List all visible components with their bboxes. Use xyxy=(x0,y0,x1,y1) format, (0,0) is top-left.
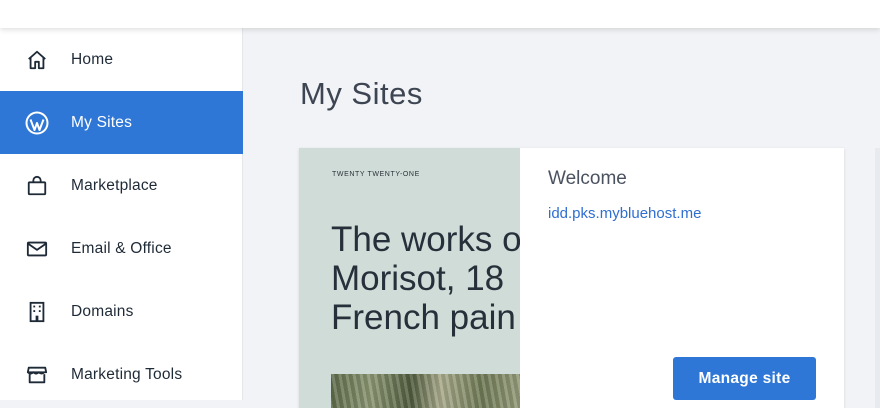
sidebar-item-label: Marketplace xyxy=(71,176,158,194)
shopping-bag-icon xyxy=(25,174,49,198)
preview-headline-line: The works of xyxy=(331,220,520,259)
building-icon xyxy=(25,300,49,324)
sidebar-item-label: My Sites xyxy=(71,113,133,131)
store-icon xyxy=(25,363,49,387)
page-title: My Sites xyxy=(300,76,423,111)
site-url-link[interactable]: idd.pks.mybluehost.me xyxy=(548,205,701,222)
welcome-text: Welcome xyxy=(548,168,627,189)
sidebar-item-label: Marketing Tools xyxy=(71,365,183,383)
top-bar xyxy=(0,0,880,28)
theme-name: TWENTY TWENTY-ONE xyxy=(332,171,420,178)
preview-headline-line: French pain xyxy=(331,298,516,337)
preview-painting-image xyxy=(331,374,520,408)
sidebar-item-email-office[interactable]: Email & Office xyxy=(0,217,243,280)
sidebar-item-label: Email & Office xyxy=(71,239,172,257)
envelope-icon xyxy=(25,237,49,261)
sidebar-item-label: Domains xyxy=(71,302,134,320)
site-preview[interactable]: TWENTY TWENTY-ONE The works of Morisot, … xyxy=(299,148,520,408)
manage-site-button[interactable]: Manage site xyxy=(673,357,816,400)
sidebar-item-my-sites[interactable]: My Sites xyxy=(0,91,243,154)
preview-headline-line: Morisot, 18 xyxy=(331,259,505,298)
home-icon xyxy=(25,48,49,72)
sidebar-item-label: Home xyxy=(71,50,114,68)
site-card: TWENTY TWENTY-ONE The works of Morisot, … xyxy=(299,148,844,408)
sidebar: Home My Sites Marketplace Email & Office xyxy=(0,28,243,400)
sidebar-item-marketing-tools[interactable]: Marketing Tools xyxy=(0,343,243,406)
sidebar-item-home[interactable]: Home xyxy=(0,28,243,91)
sidebar-item-domains[interactable]: Domains xyxy=(0,280,243,343)
wordpress-icon xyxy=(25,111,49,135)
next-card-edge xyxy=(875,148,880,408)
sidebar-item-marketplace[interactable]: Marketplace xyxy=(0,154,243,217)
preview-headline: The works of Morisot, 18 French pain xyxy=(331,220,520,337)
